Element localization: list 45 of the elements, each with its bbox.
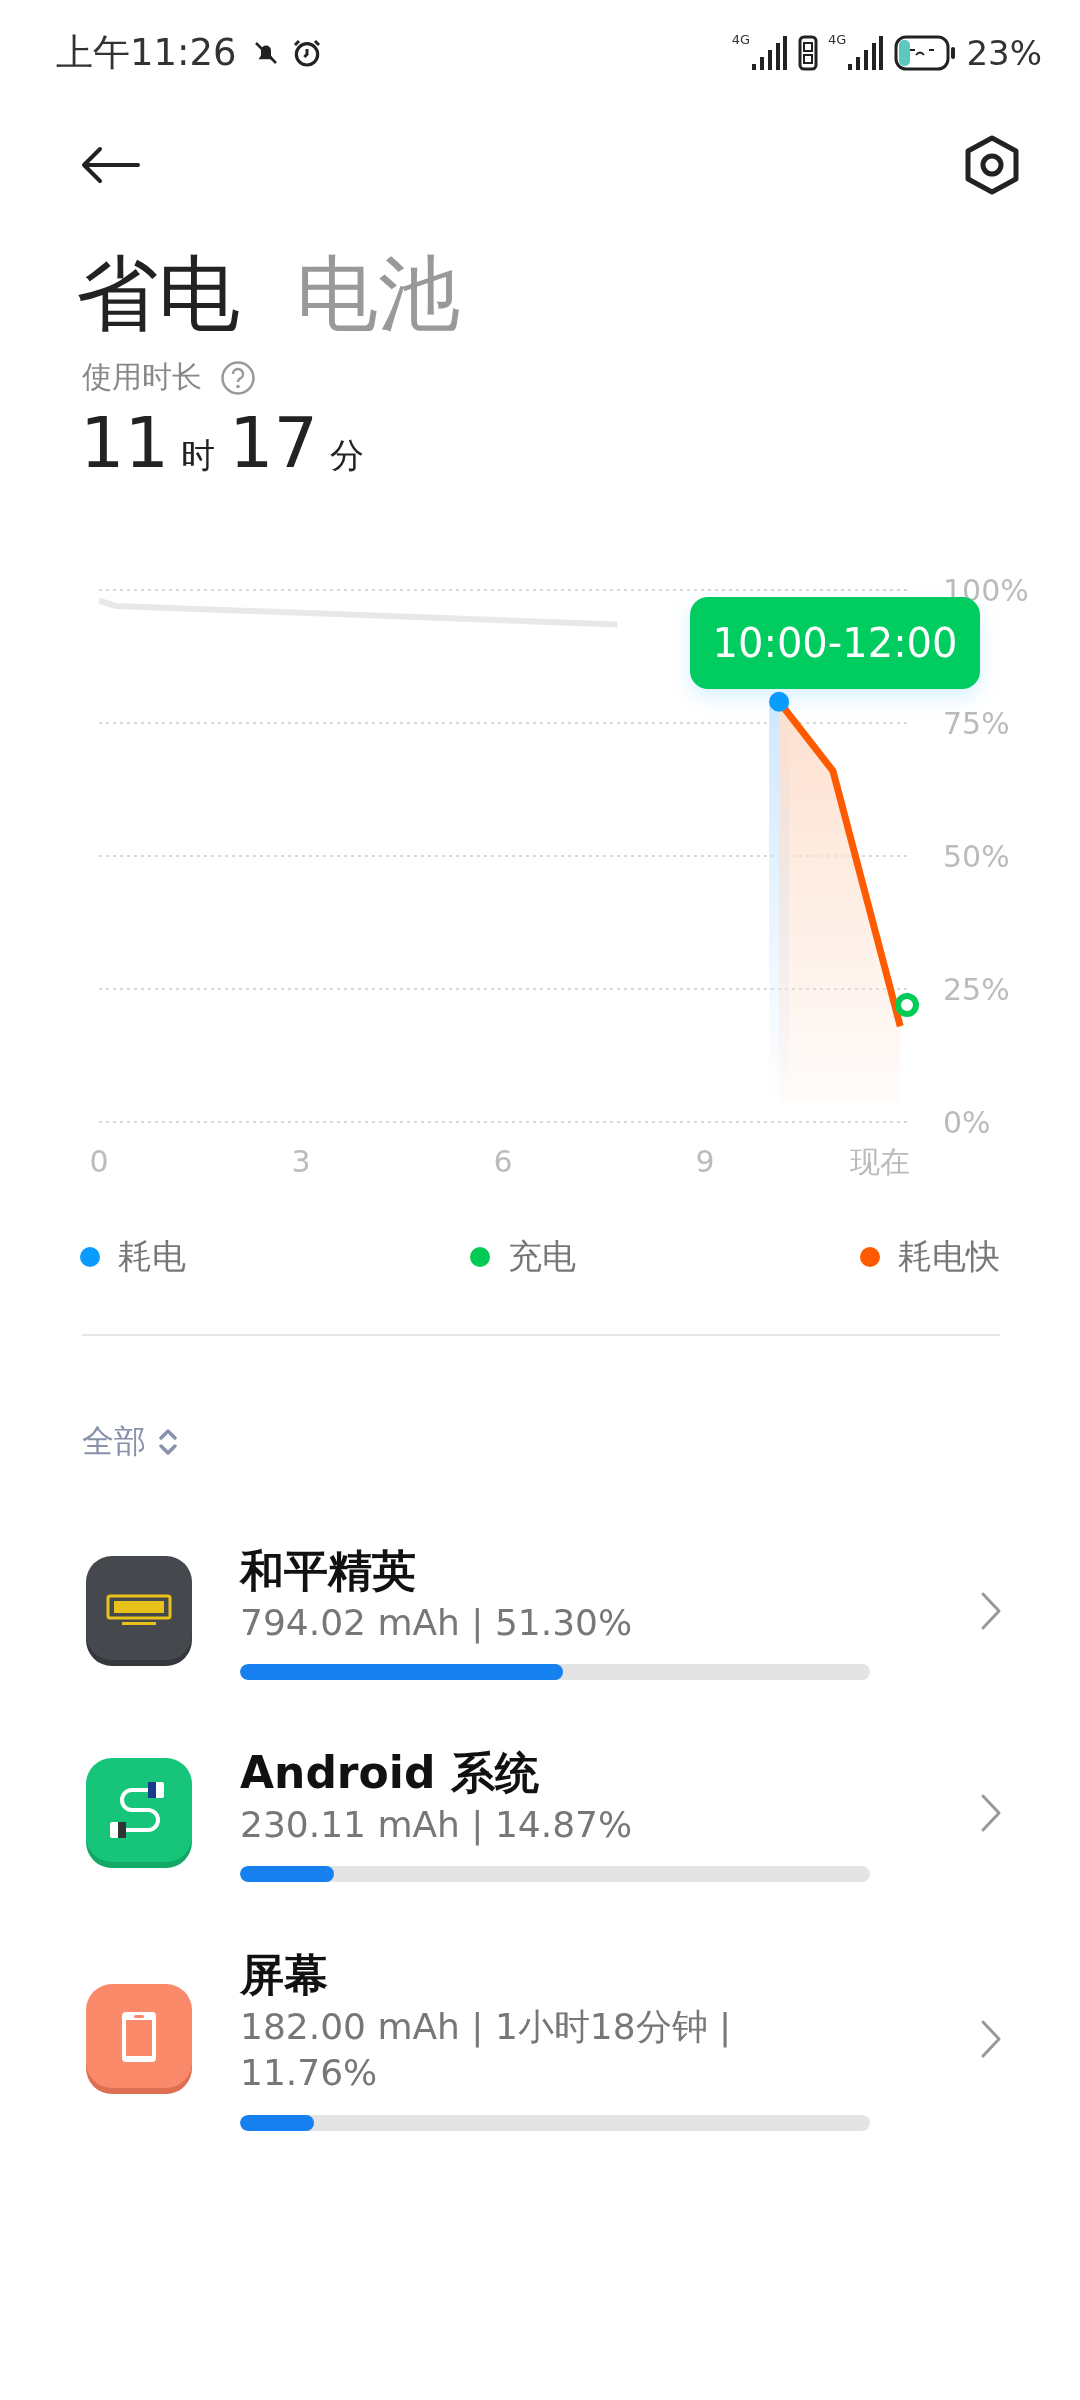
legend-label: 耗电快	[898, 1235, 1000, 1279]
app-name: 屏幕	[240, 1948, 329, 2003]
annotation: 10:00-12:00	[712, 620, 958, 667]
app-name: 和平精英	[240, 1544, 417, 1599]
hours-unit: 时	[181, 434, 216, 478]
minutes-unit: 分	[330, 434, 365, 478]
tablet-icon	[86, 1983, 192, 2094]
y-axis-label: 25%	[943, 972, 1010, 1008]
clock-time: 上午11:26	[56, 29, 237, 76]
usb-cable-icon	[86, 1758, 192, 1869]
battery-percent: 23%	[966, 32, 1042, 73]
legend-label: 耗电	[118, 1235, 186, 1279]
x-axis-label: 现在	[850, 1144, 911, 1180]
back-arrow-icon[interactable]	[80, 145, 140, 185]
chevron-right-icon	[980, 1591, 1002, 1632]
signal-icon	[750, 35, 789, 70]
hd-icon	[798, 34, 819, 71]
app-name: Android 系统	[240, 1746, 540, 1801]
y-axis-label: 50%	[943, 839, 1010, 875]
minutes-value: 17	[229, 402, 319, 485]
hours-value: 11	[80, 402, 170, 485]
y-axis-label: 75%	[943, 706, 1010, 742]
tab[interactable]: 省电	[76, 245, 240, 344]
app-list-item[interactable]: 屏幕 182.00 mAh | 1小时18分钟 | 11.76%	[86, 1946, 1022, 2132]
signal-icon	[846, 35, 885, 70]
updown-caret-icon	[158, 1427, 178, 1458]
chevron-right-icon	[980, 2018, 1002, 2059]
network-type: 4G	[731, 31, 751, 47]
app-list-item[interactable]: 和平精英 794.02 mAh | 51.30%	[86, 1542, 1022, 1681]
help-icon[interactable]	[220, 359, 256, 396]
usage-detail: 230.11 mAh | 14.87%	[240, 1802, 634, 1848]
usage-detail: 794.02 mAh | 51.30%	[240, 1600, 634, 1646]
x-axis-label: 0	[89, 1144, 109, 1180]
legend-label: 充电	[508, 1235, 576, 1279]
x-axis-label: 3	[291, 1144, 311, 1180]
chevron-right-icon	[980, 1793, 1002, 1834]
network-type: 4G	[828, 31, 847, 47]
battery-icon	[894, 34, 957, 71]
usage-detail: 182.00 mAh | 1小时18分钟 | 11.76%	[240, 2004, 733, 2096]
y-axis-label: 0%	[943, 1105, 991, 1141]
settings-icon[interactable]	[964, 135, 1020, 195]
x-axis-label: 6	[493, 1144, 513, 1180]
usage-label: 使用时长	[82, 358, 202, 397]
x-axis-label: 9	[695, 1144, 715, 1180]
app-list-item[interactable]: Android 系统 230.11 mAh | 14.87%	[86, 1744, 1022, 1883]
